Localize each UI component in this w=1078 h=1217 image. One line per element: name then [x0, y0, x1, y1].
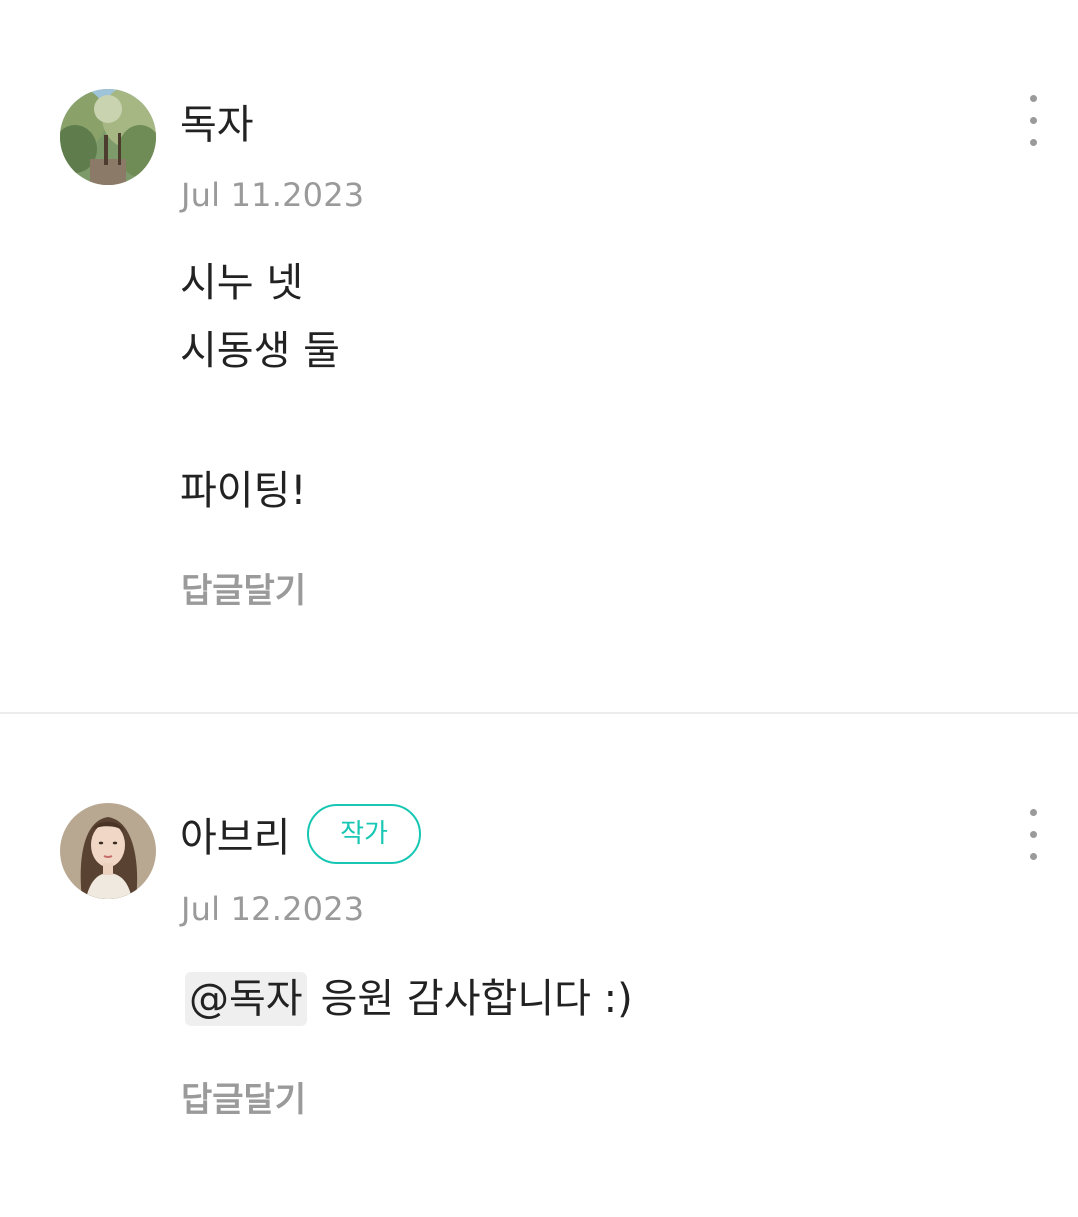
comment-date: Jul 12.2023 [181, 890, 365, 928]
comment-date: Jul 11.2023 [181, 176, 365, 214]
avatar[interactable] [60, 803, 156, 899]
more-vertical-icon[interactable] [1013, 806, 1053, 866]
author-name[interactable]: 아브리 [180, 814, 290, 862]
reply-button[interactable]: 답글달기 [181, 1078, 306, 1122]
comment-text-body: 응원 감사합니다 :) [320, 976, 633, 1022]
reply-button[interactable]: 답글달기 [181, 569, 306, 613]
avatar-image-illustrated-woman [60, 803, 156, 899]
comment-text-line: 파이팅! [180, 468, 307, 514]
more-vertical-icon[interactable] [1013, 92, 1053, 152]
author-badge: 작가 [307, 804, 421, 864]
mention-tag[interactable]: @독자 [185, 972, 307, 1026]
comment-text: @독자 응원 감사합니다 :) [185, 972, 633, 1026]
avatar[interactable] [60, 89, 156, 185]
avatar-image-trees [60, 89, 156, 185]
comment-item: 독자 Jul 11.2023 시누 넷 시동생 둘 파이팅! 답글달기 [0, 0, 1078, 712]
author-name[interactable]: 독자 [180, 101, 254, 149]
comment-text-line: 시누 넷 [180, 260, 304, 306]
comment-item: 아브리 작가 Jul 12.2023 @독자 응원 감사합니다 :) 답글달기 [0, 714, 1078, 1217]
comment-text-line: 시동생 둘 [180, 328, 340, 374]
